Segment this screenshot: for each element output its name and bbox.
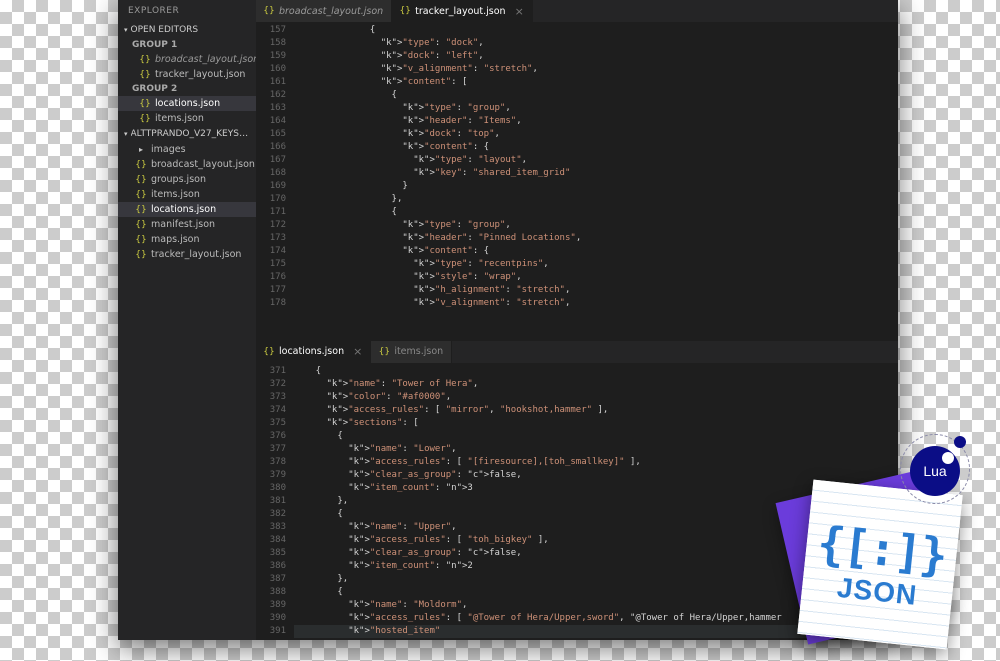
json-icon: {} (136, 205, 146, 215)
file-name: locations.json (155, 98, 220, 109)
close-icon[interactable]: × (353, 345, 362, 358)
group2-label: GROUP 2 (118, 82, 256, 96)
file-name: items.json (151, 189, 200, 200)
tab-broadcast-layout[interactable]: {} broadcast_layout.json (256, 0, 392, 22)
open-editor-file[interactable]: {} tracker_layout.json (118, 67, 256, 82)
json-icon: {} (136, 220, 146, 230)
json-icon: {} (140, 70, 150, 80)
json-icon: {} (136, 160, 146, 170)
explorer-title: EXPLORER (118, 0, 256, 22)
file-name: broadcast_layout.json (155, 54, 256, 65)
json-icon: {} (400, 6, 410, 16)
file-name: broadcast_layout.json (151, 159, 255, 170)
chevron-down-icon: ▾ (124, 26, 128, 34)
json-card: {[:]} JSON (797, 480, 962, 650)
open-editor-file[interactable]: {} broadcast_layout.json (118, 52, 256, 67)
line-gutter: 371 372 373 374 375 376 377 378 379 380 … (256, 363, 294, 640)
tab-bar-bottom: {} locations.json × {} items.json (256, 341, 898, 363)
json-glyph: {[:]} (815, 515, 948, 582)
file-name: maps.json (151, 234, 200, 245)
project-file[interactable]: {} items.json (118, 187, 256, 202)
tab-bar-top: {} broadcast_layout.json {} tracker_layo… (256, 0, 898, 22)
open-editors-label: OPEN EDITORS (131, 25, 199, 35)
tab-items[interactable]: {} items.json (371, 341, 452, 363)
tab-label: broadcast_layout.json (279, 6, 383, 17)
open-editor-file[interactable]: {} items.json (118, 111, 256, 126)
project-name: ALTTPRANDO_V27_KEYSANITY_LI… (131, 129, 250, 139)
lua-planet: Lua (910, 446, 960, 496)
file-name: tracker_layout.json (155, 69, 245, 80)
json-icon: {} (379, 347, 389, 357)
lua-crater (942, 452, 954, 464)
folder-name: images (151, 144, 186, 155)
project-folder[interactable]: ▸ images (118, 142, 256, 157)
line-gutter: 157 158 159 160 161 162 163 164 165 166 … (256, 22, 294, 341)
json-icon: {} (136, 175, 146, 185)
open-editors-header[interactable]: ▾ OPEN EDITORS (118, 22, 256, 38)
file-name: locations.json (151, 204, 216, 215)
code-content[interactable]: { "k">"type": "dock", "k">"dock": "left"… (294, 22, 898, 341)
json-icon: {} (140, 99, 150, 109)
chevron-right-icon: ▸ (136, 145, 146, 155)
tab-label: items.json (394, 346, 443, 357)
lua-badge: Lua (900, 434, 970, 504)
json-icon: {} (136, 250, 146, 260)
decor-overlay: {[:]} JSON Lua (735, 426, 955, 646)
lua-moon (954, 436, 966, 448)
json-icon: {} (264, 347, 274, 357)
file-name: manifest.json (151, 219, 215, 230)
json-icon: {} (136, 190, 146, 200)
code-pane-top[interactable]: 157 158 159 160 161 162 163 164 165 166 … (256, 22, 898, 341)
json-icon: {} (140, 114, 150, 124)
lua-text: Lua (923, 463, 946, 479)
project-file[interactable]: {} broadcast_layout.json (118, 157, 256, 172)
file-name: groups.json (151, 174, 206, 185)
tab-tracker-layout[interactable]: {} tracker_layout.json × (392, 0, 533, 22)
project-header[interactable]: ▾ ALTTPRANDO_V27_KEYSANITY_LI… (118, 126, 256, 142)
project-file[interactable]: {} tracker_layout.json (118, 247, 256, 262)
project-file[interactable]: {} manifest.json (118, 217, 256, 232)
tab-locations[interactable]: {} locations.json × (256, 341, 371, 363)
tab-label: locations.json (279, 346, 344, 357)
close-icon[interactable]: × (515, 5, 524, 18)
tab-label: tracker_layout.json (415, 6, 505, 17)
project-file[interactable]: {} groups.json (118, 172, 256, 187)
chevron-down-icon: ▾ (124, 130, 128, 138)
json-icon: {} (264, 6, 274, 16)
file-name: tracker_layout.json (151, 249, 241, 260)
json-icon: {} (140, 55, 150, 65)
open-editor-file[interactable]: {} locations.json (118, 96, 256, 111)
explorer-sidebar: EXPLORER ▾ OPEN EDITORS GROUP 1 {} broad… (118, 0, 256, 640)
project-file[interactable]: {} maps.json (118, 232, 256, 247)
file-name: items.json (155, 113, 204, 124)
group1-label: GROUP 1 (118, 38, 256, 52)
json-icon: {} (136, 235, 146, 245)
project-file[interactable]: {} locations.json (118, 202, 256, 217)
